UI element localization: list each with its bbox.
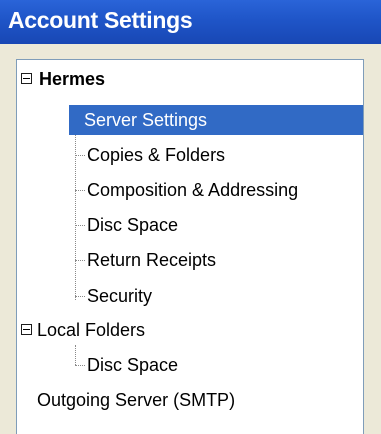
tree-item-composition-addressing[interactable]: Composition & Addressing [17,175,363,205]
tree-item-label: Copies & Folders [87,145,226,165]
tree-item-label: Disc Space [87,215,179,235]
tree-item-label: Security [87,286,153,306]
account-tree[interactable]: Hermes Server Settings Copies & Folders … [16,59,364,434]
tree-item-local-disc-space[interactable]: Disc Space [17,350,363,380]
tree-node-label: Local Folders [37,320,146,340]
tree-item-outgoing-server[interactable]: Outgoing Server (SMTP) [17,385,363,415]
title-bar: Account Settings [0,0,381,44]
tree-item-label: Return Receipts [87,250,217,270]
tree-item-label: Disc Space [87,355,179,375]
tree-item-label: Server Settings [84,110,208,130]
window-title: Account Settings [8,7,193,33]
tree-item-disc-space[interactable]: Disc Space [17,210,363,240]
collapse-toggle-icon[interactable] [21,324,32,335]
tree-node-local-folders[interactable]: Local Folders [17,315,363,345]
tree-item-return-receipts[interactable]: Return Receipts [17,245,363,275]
tree-item-server-settings[interactable]: Server Settings [17,105,363,135]
account-settings-window: Account Settings Hermes Server Settings … [0,0,381,434]
tree-node-label: Hermes [39,69,106,89]
collapse-toggle-icon[interactable] [21,73,32,84]
tree-node-hermes[interactable]: Hermes [17,64,363,94]
tree-item-security[interactable]: Security [17,281,363,311]
tree-item-label: Composition & Addressing [87,180,299,200]
tree-item-label: Outgoing Server (SMTP) [37,390,236,410]
tree-item-copies-folders[interactable]: Copies & Folders [17,140,363,170]
